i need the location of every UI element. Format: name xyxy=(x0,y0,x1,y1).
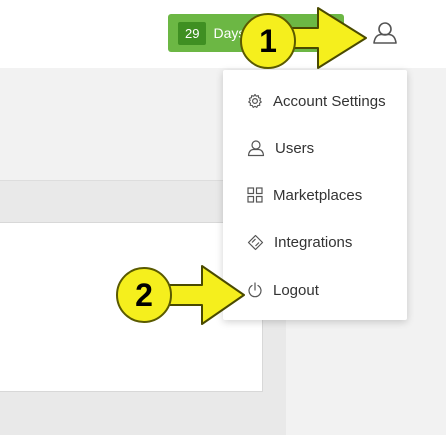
callout-badge-2: 2 xyxy=(116,267,172,323)
puzzle-icon xyxy=(247,234,264,250)
user-icon xyxy=(373,22,397,44)
menu-item-label: Users xyxy=(275,139,315,157)
gear-icon xyxy=(248,93,262,108)
menu-item-label: Logout xyxy=(273,281,319,299)
menu-item-account-settings[interactable]: Account Settings xyxy=(247,87,386,115)
menu-item-integrations[interactable]: Integrations xyxy=(247,228,352,256)
menu-item-marketplaces[interactable]: Marketplaces xyxy=(247,181,362,209)
menu-item-logout[interactable]: Logout xyxy=(247,276,319,304)
power-icon xyxy=(248,282,262,298)
menu-item-label: Account Settings xyxy=(273,92,386,110)
user-dropdown-menu: Account Settings Users Marketplaces Inte… xyxy=(223,70,407,320)
callout-badge-1: 1 xyxy=(240,13,296,69)
user-icon xyxy=(247,140,265,157)
trial-days-count: 29 xyxy=(178,21,207,45)
menu-item-label: Marketplaces xyxy=(273,186,363,204)
menu-item-users[interactable]: Users xyxy=(247,134,314,162)
grid-icon xyxy=(247,187,263,203)
menu-item-label: Integrations xyxy=(274,233,353,251)
